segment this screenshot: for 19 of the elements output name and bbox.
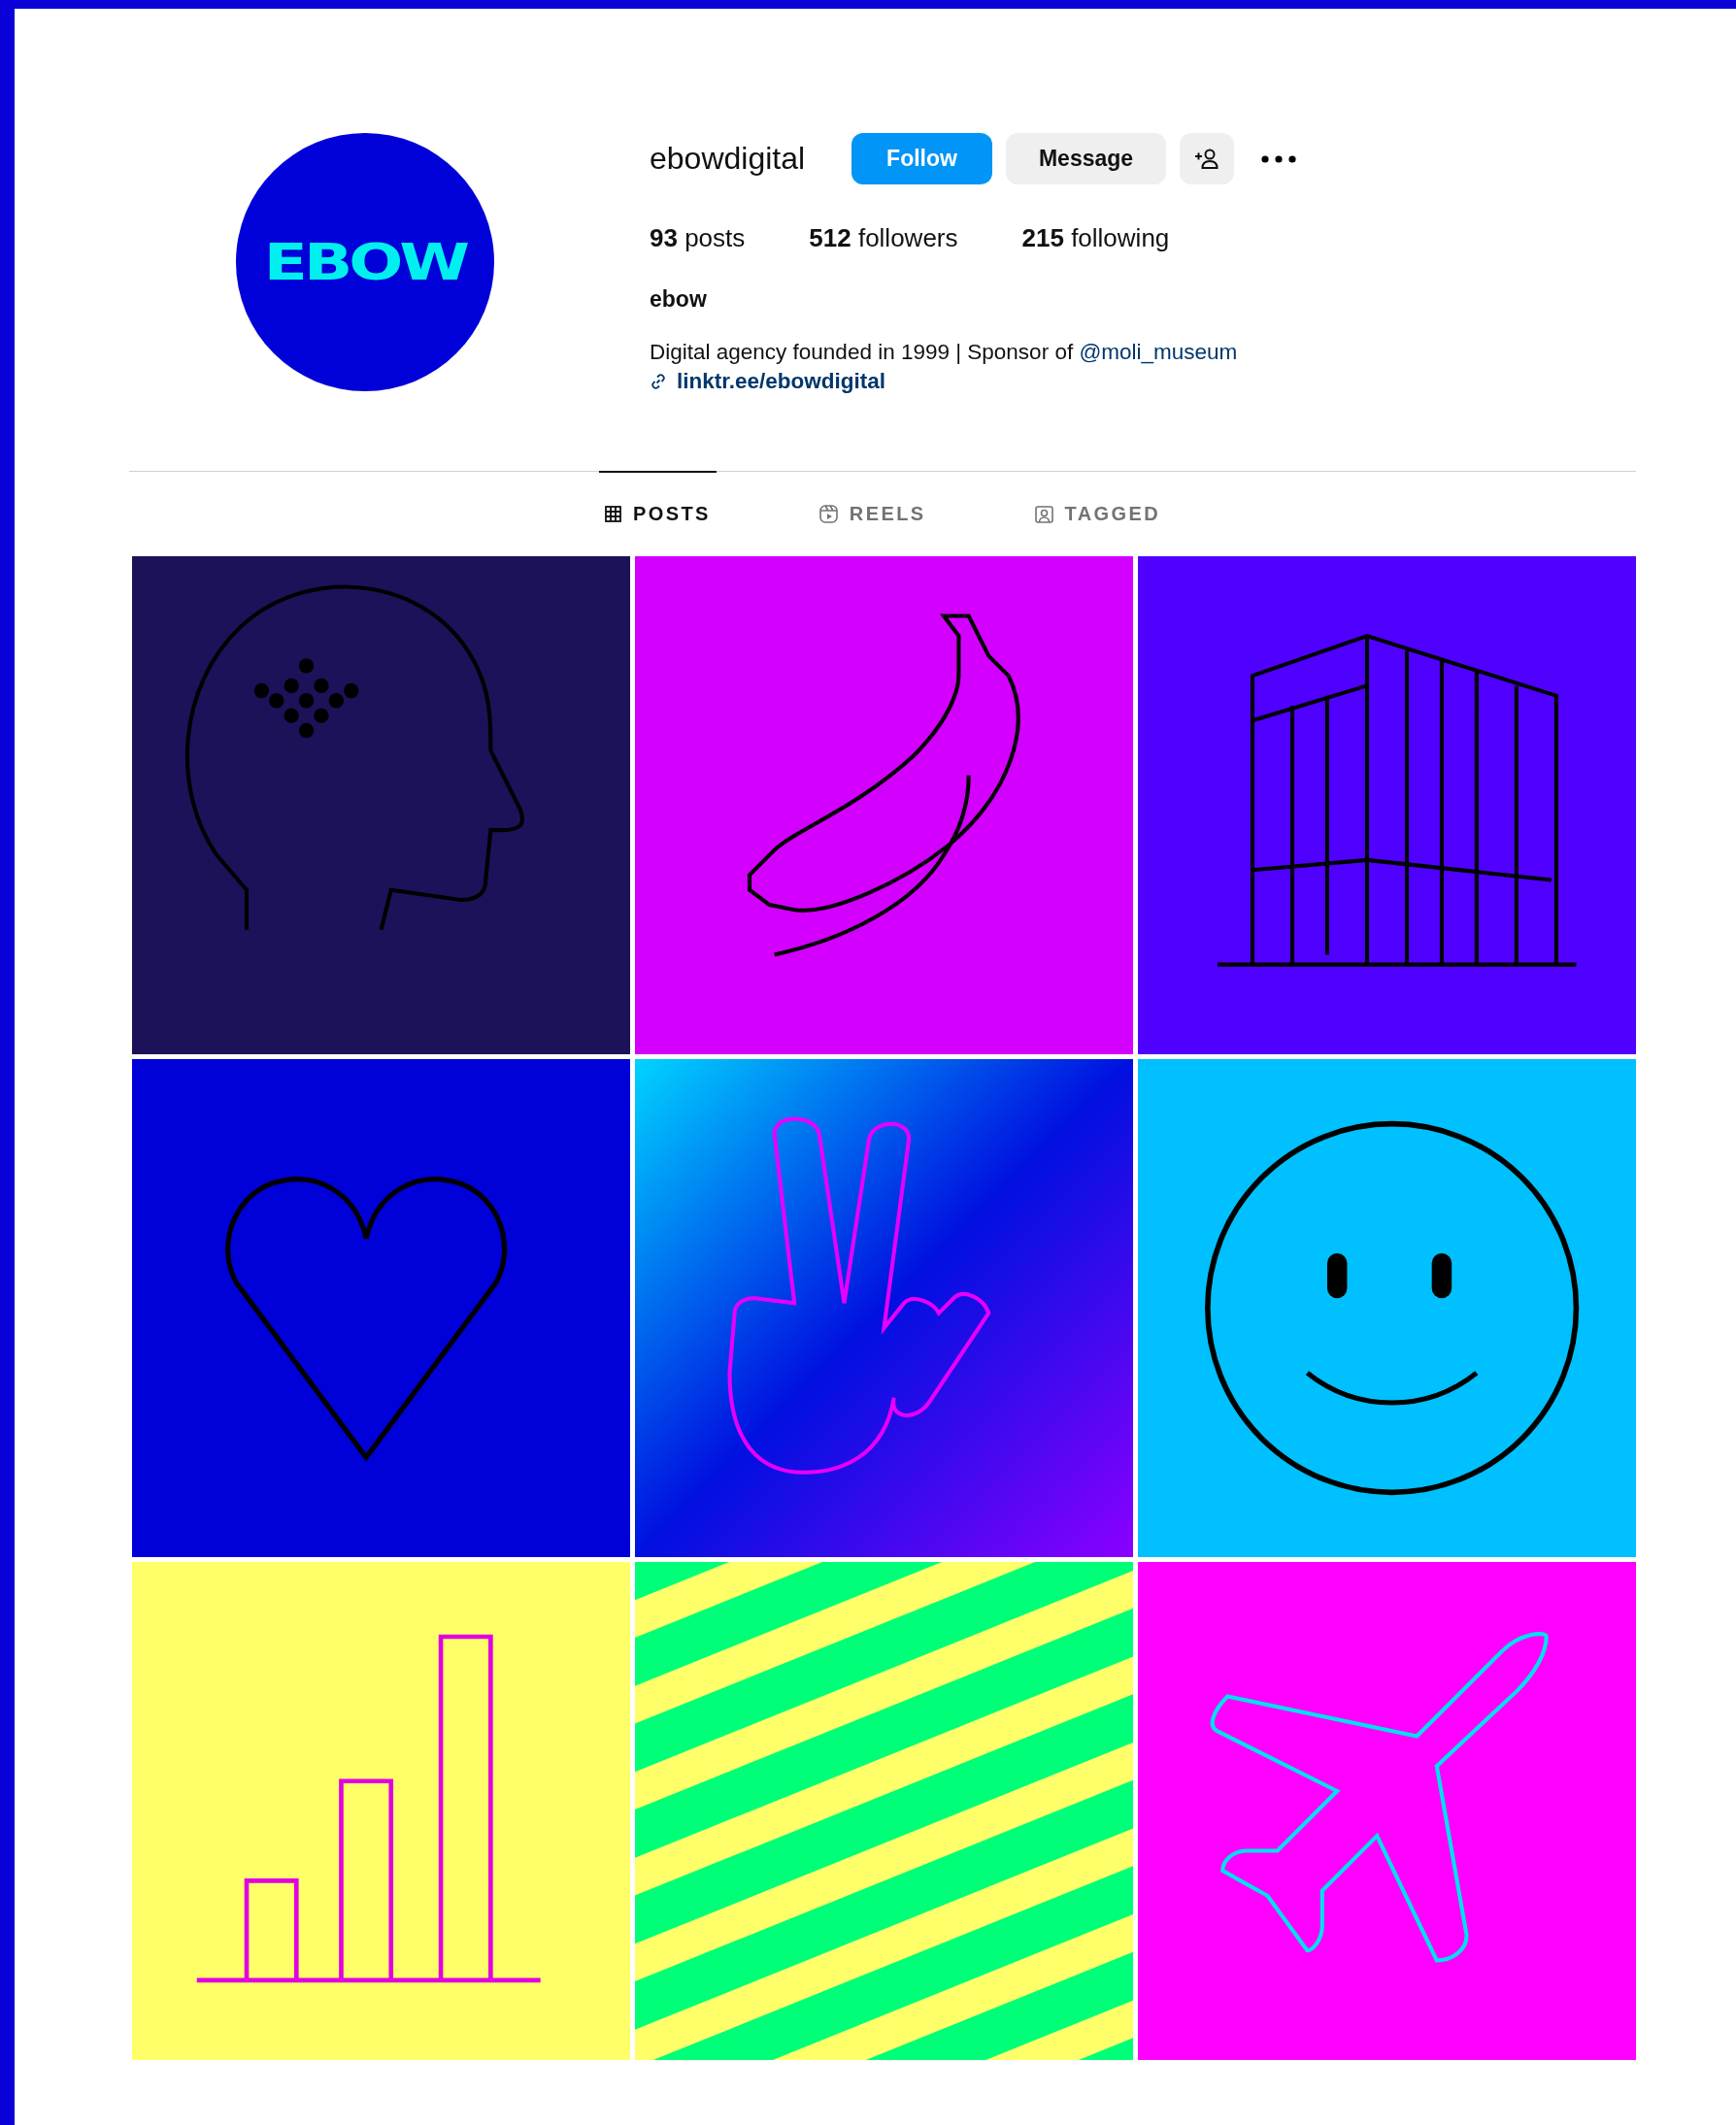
mention-link[interactable]: @moli_museum bbox=[1079, 340, 1238, 364]
website-link[interactable]: linktr.ee/ebowdigital bbox=[677, 369, 886, 394]
reels-icon bbox=[818, 504, 838, 523]
bio-text: Digital agency founded in 1999 | Sponsor of @moli_museum bbox=[650, 340, 1239, 365]
add-person-button[interactable] bbox=[1180, 133, 1235, 184]
profile-name: ebow bbox=[650, 286, 708, 313]
tab[interactable]: TAGGED bbox=[1028, 471, 1166, 555]
tab[interactable]: REELS bbox=[813, 471, 932, 555]
logo-text: EBOW bbox=[263, 232, 467, 292]
grid-icon bbox=[605, 505, 621, 522]
message-button[interactable]: Message bbox=[1005, 133, 1167, 184]
add-person-icon bbox=[1194, 148, 1220, 170]
link-icon bbox=[650, 373, 667, 390]
stat-count[interactable]: 215 following bbox=[1021, 223, 1170, 253]
tagged-icon bbox=[1034, 504, 1053, 523]
stat-count[interactable]: 93 posts bbox=[650, 223, 746, 253]
username: ebowdigital bbox=[650, 141, 806, 177]
more-icon bbox=[1261, 154, 1297, 163]
stat-count[interactable]: 512 followers bbox=[809, 223, 958, 253]
